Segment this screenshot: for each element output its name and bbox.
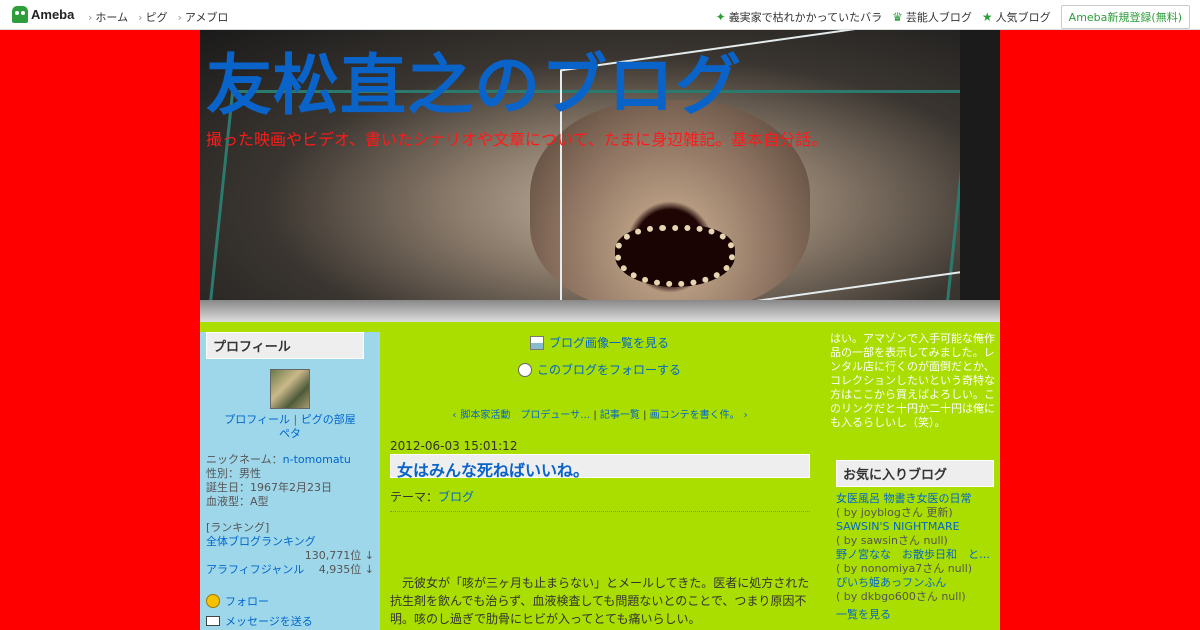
ameba-logo[interactable]: Ameba [12, 6, 74, 23]
blog-title[interactable]: 友松直之のブログ [206, 32, 742, 128]
blog-header: 友松直之のブログ 撮った映画やビデオ、書いたシナリオや文章について、たまに身辺雑… [200, 30, 1000, 322]
amazon-note: はい。アマゾンで入手可能な俺作品の一部を表示してみました。レンタル店に行くのが面… [830, 332, 995, 429]
next-entry-link[interactable]: 画コンテを書く件。 [650, 410, 740, 421]
favorite-blog-author: ( by joyblogさん 更新) [836, 506, 953, 519]
list-item: 野ノ宮なな お散歩日和 と… ( by nonomiya7さん null) [836, 548, 996, 576]
top-nav: ホーム ピグ アメブロ [88, 9, 228, 25]
follow-icon [206, 594, 220, 608]
follow-blog-label[interactable]: このブログをフォローする [537, 361, 681, 378]
blog-images-label[interactable]: ブログ画像一覧を見る [549, 334, 669, 351]
favorites-list: 女医風呂 物書き女医の日常 ( by joyblogさん 更新) SAWSIN'… [836, 492, 996, 622]
ranking-all-link[interactable]: 全体ブログランキング [206, 535, 316, 548]
ranking-genre-value: 4,935位 ↓ [318, 563, 374, 576]
nav-pigg[interactable]: ピグ [138, 9, 167, 25]
favorite-blog-link[interactable]: SAWSIN'S NIGHTMARE [836, 520, 996, 534]
crown-icon: ♛ [892, 10, 903, 24]
avatar[interactable] [270, 369, 310, 409]
ameba-logo-icon [12, 6, 28, 23]
sidebar-message[interactable]: メッセージを送る [206, 613, 374, 629]
favorite-blog-author: ( by nonomiya7さん null) [836, 562, 973, 575]
profile-heading: プロフィール [206, 332, 364, 359]
celebrity-blog-link[interactable]: ♛ 芸能人ブログ [892, 9, 972, 25]
nickname-link[interactable]: n-tomomatu [283, 453, 351, 466]
ranking-label: [ランキング] [206, 521, 270, 534]
profile-info: ニックネーム：n-tomomatu 性別：男性 誕生日：1967年2月23日 血… [206, 453, 374, 509]
ranking-all-value: 130,771位 ↓ [304, 549, 374, 562]
header-image-edge [960, 30, 1000, 322]
register-button[interactable]: Ameba新規登録(無料) [1060, 5, 1190, 29]
chevron-right-icon: › [743, 410, 748, 421]
favorite-blog-link[interactable]: 野ノ宮なな お散歩日和 と… [836, 548, 996, 562]
favorites-all-link[interactable]: 一覧を見る [836, 608, 891, 621]
logo-text: Ameba [31, 7, 75, 22]
nickname-label: ニックネーム： [206, 453, 283, 466]
theme-label: テーマ： [390, 490, 439, 504]
list-item: 女医風呂 物書き女医の日常 ( by joyblogさん 更新) [836, 492, 996, 520]
favorite-blog-link[interactable]: 女医風呂 物書き女医の日常 [836, 492, 996, 506]
blood-type-text: 血液型：A型 [206, 495, 269, 508]
chevron-left-icon: ‹ [452, 410, 457, 421]
sparkle-icon: ✦ [715, 10, 726, 24]
entry-theme: テーマ：ブログ [390, 488, 810, 512]
favorites-heading: お気に入りブログ [836, 460, 994, 487]
entry-title[interactable]: 女はみんな死ねばいいね。 [390, 454, 810, 480]
follow-blog-link[interactable]: このブログをフォローする [518, 361, 681, 378]
gender-text: 性別：男性 [206, 467, 261, 480]
prev-entry-link[interactable]: 脚本家活動 プロデューサ… [460, 410, 590, 421]
right-sidebar: はい。アマゾンで入手可能な俺作品の一部を表示してみました。レンタル店に行くのが面… [820, 322, 1000, 630]
main-content: ブログ画像一覧を見る このブログをフォローする ‹ 脚本家活動 プロデューサ… |… [380, 322, 820, 630]
blog-images-link[interactable]: ブログ画像一覧を見る [530, 334, 669, 351]
nav-home[interactable]: ホーム [88, 9, 128, 25]
image-list-icon [530, 335, 544, 350]
header-image-bottom [200, 300, 1000, 322]
entry-body: 元彼女が「咳が三ヶ月も止まらない」とメールしてきた。医者に処方された抗生剤を飲ん… [390, 576, 810, 626]
nav-ameblo[interactable]: アメブロ [177, 9, 228, 25]
entry-date: 2012-06-03 15:01:12 [390, 439, 518, 453]
list-item: SAWSIN'S NIGHTMARE ( by sawsinさん null) [836, 520, 996, 548]
favorite-blog-author: ( by sawsinさん null) [836, 534, 948, 547]
ranking-box: [ランキング] 全体ブログランキング 130,771位 ↓ アラフィフジャンル 4… [206, 521, 374, 577]
ameba-topbar: Ameba ホーム ピグ アメブロ ✦義実家で枯れかかっていたバラ ♛芸能人ブロ… [0, 0, 1200, 30]
profile-link[interactable]: プロフィール [224, 413, 290, 426]
trending-link[interactable]: ✦ 義実家で枯れかかっていたバラ [716, 9, 883, 25]
trending-label: 義実家で枯れかかっていたバラ [728, 11, 883, 24]
left-sidebar: プロフィール プロフィール | ピグの部屋 ペタ ニックネーム：n-tomoma… [200, 322, 380, 630]
celebrity-label: 芸能人ブログ [905, 11, 972, 24]
follow-link[interactable]: フォロー [225, 593, 269, 609]
birthday-text: 誕生日：1967年2月23日 [206, 481, 332, 494]
profile-links: プロフィール | ピグの部屋 ペタ [224, 413, 356, 440]
entry-list-link[interactable]: 記事一覧 [600, 410, 640, 421]
person-icon [518, 362, 532, 377]
ranking-genre-link[interactable]: アラフィフジャンル [206, 563, 304, 577]
favorite-blog-author: ( by dkbgo600さん null) [836, 590, 966, 603]
entry-navigation: ‹ 脚本家活動 プロデューサ… | 記事一覧 | 画コンテを書く件。 › [452, 410, 748, 421]
peta-link[interactable]: ペタ [279, 427, 301, 440]
popular-label: 人気ブログ [995, 11, 1051, 24]
mail-icon [206, 616, 220, 626]
theme-link[interactable]: ブログ [438, 490, 474, 504]
sidebar-follow[interactable]: フォロー [206, 593, 374, 609]
blog-description: 撮った映画やビデオ、書いたシナリオや文章について、たまに身辺雑記。基本自分話。 [206, 130, 828, 149]
popular-blog-link[interactable]: ★ 人気ブログ [982, 9, 1051, 25]
top-right-links: ✦ 義実家で枯れかかっていたバラ ♛ 芸能人ブログ ★ 人気ブログ Ameba新規登録… [716, 5, 1190, 29]
list-item: ぴいち姫あっフンふん ( by dkbgo600さん null) [836, 576, 996, 604]
favorite-blog-link[interactable]: ぴいち姫あっフンふん [836, 576, 996, 590]
message-link[interactable]: メッセージを送る [225, 613, 313, 629]
pigg-room-link[interactable]: ピグの部屋 [301, 413, 356, 426]
star-icon: ★ [981, 10, 993, 24]
